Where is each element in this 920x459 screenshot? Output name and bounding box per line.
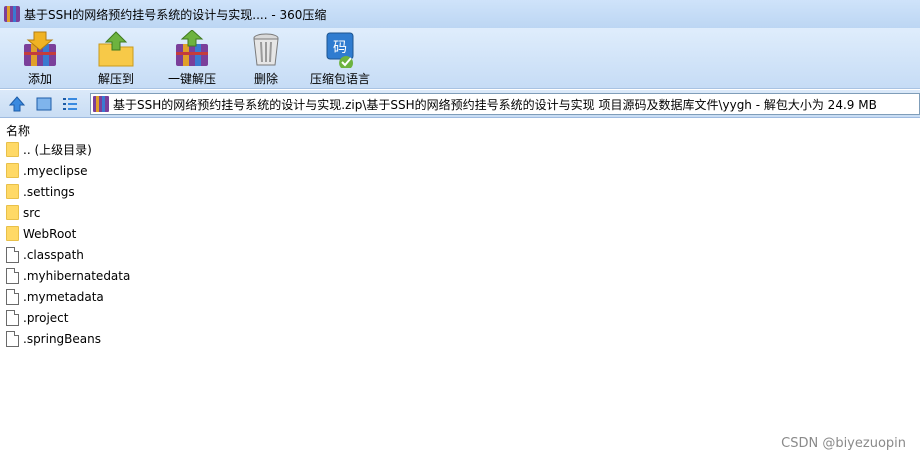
winrar-books-icon: [4, 6, 20, 22]
folder-icon: [6, 226, 19, 241]
list-item-label: WebRoot: [23, 226, 77, 241]
file-icon: [6, 330, 19, 347]
list-item-label: .myeclipse: [23, 163, 88, 178]
trash-can-icon: [246, 30, 286, 68]
one-click-extract-label: 一键解压: [167, 72, 216, 86]
list-item[interactable]: .mymetadata: [6, 286, 104, 307]
one-click-extract-button[interactable]: 一键解压: [160, 29, 224, 88]
list-item-label: .settings: [23, 184, 75, 199]
delete-button[interactable]: 删除: [234, 30, 298, 88]
archive-language-button[interactable]: 码 压缩包语言: [308, 30, 372, 88]
list-item[interactable]: .springBeans: [6, 328, 101, 349]
path-field[interactable]: 基于SSH的网络预约挂号系统的设计与实现.zip\基于SSH的网络预约挂号系统的…: [90, 93, 920, 115]
list-item-label: .. (上级目录): [23, 143, 92, 157]
list-item-label: .springBeans: [23, 331, 101, 346]
list-item-label: .myhibernatedata: [23, 268, 131, 283]
one-click-extract-icon: [172, 29, 212, 68]
file-icon: [6, 288, 19, 305]
folder-icon: [6, 184, 19, 199]
title-bar: 基于SSH的网络预约挂号系统的设计与实现.... - 360压缩: [0, 0, 920, 28]
file-icon: [6, 246, 19, 263]
toolbar: 添加 解压到 一键解压 删除 码 压缩包语言: [0, 28, 920, 89]
file-list: 名称 .. (上级目录) .myeclipse .settings src We…: [0, 119, 920, 459]
encoding-icon: 码: [320, 30, 360, 70]
large-icons-view-icon[interactable]: [35, 95, 53, 113]
list-item[interactable]: .project: [6, 307, 68, 328]
folder-icon: [6, 142, 19, 157]
list-item[interactable]: src: [6, 202, 41, 223]
add-label: 添加: [27, 72, 52, 86]
add-button[interactable]: 添加: [8, 30, 72, 88]
folder-icon: [6, 163, 19, 178]
up-arrow-icon[interactable]: [8, 95, 26, 113]
file-icon: [6, 267, 19, 284]
extract-to-icon: [96, 30, 136, 68]
list-item-label: .mymetadata: [23, 289, 104, 304]
list-item[interactable]: .. (上级目录): [6, 139, 92, 160]
address-bar: 基于SSH的网络预约挂号系统的设计与实现.zip\基于SSH的网络预约挂号系统的…: [0, 90, 920, 118]
list-item-label: src: [23, 205, 41, 220]
window-title: 基于SSH的网络预约挂号系统的设计与实现.... - 360压缩: [24, 7, 327, 22]
archive-icon: [93, 96, 109, 112]
list-item[interactable]: .settings: [6, 181, 75, 202]
svg-text:码: 码: [333, 40, 347, 56]
details-view-icon[interactable]: [61, 95, 79, 113]
list-item-label: .classpath: [23, 247, 84, 262]
list-item[interactable]: .classpath: [6, 244, 84, 265]
extract-to-label: 解压到: [97, 72, 134, 86]
list-item[interactable]: .myhibernatedata: [6, 265, 130, 286]
column-header-name[interactable]: 名称: [6, 122, 30, 139]
path-text: 基于SSH的网络预约挂号系统的设计与实现.zip\基于SSH的网络预约挂号系统的…: [113, 97, 877, 112]
add-archive-icon: [20, 30, 60, 68]
extract-to-button[interactable]: 解压到: [84, 30, 148, 88]
folder-icon: [6, 205, 19, 220]
file-icon: [6, 309, 19, 326]
list-item[interactable]: .myeclipse: [6, 160, 88, 181]
list-item-label: .project: [23, 310, 69, 325]
archive-language-label: 压缩包语言: [309, 72, 370, 86]
delete-label: 删除: [253, 72, 278, 86]
watermark: CSDN @biyezuopin: [781, 436, 906, 451]
list-item[interactable]: WebRoot: [6, 223, 76, 244]
